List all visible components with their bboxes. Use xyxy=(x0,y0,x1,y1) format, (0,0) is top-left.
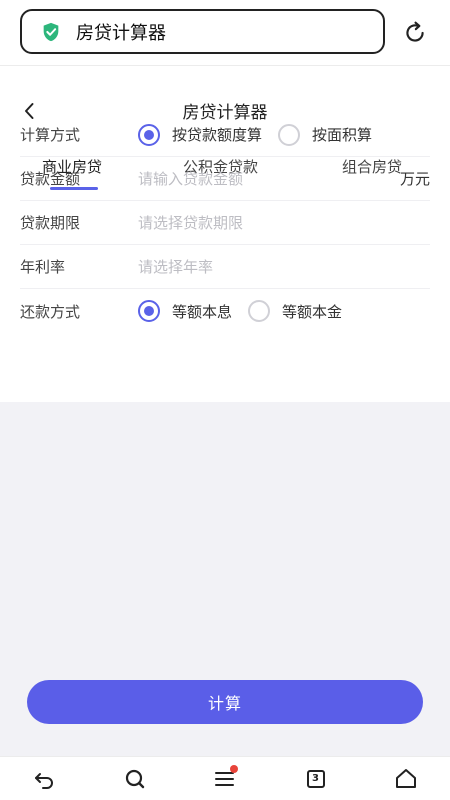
radio-selected-icon xyxy=(138,123,160,146)
repay-row: 还款方式 等额本息 等额本金 xyxy=(20,289,430,333)
loan-form: 计算方式 按贷款额度算 按面积算 贷款金额 请输入贷款金额 万元 贷款期限 请选… xyxy=(0,113,450,333)
radio-equal-principal[interactable]: 等额本金 xyxy=(248,300,342,322)
method-row: 计算方式 按贷款额度算 按面积算 xyxy=(20,113,430,157)
term-label: 贷款期限 xyxy=(20,214,81,232)
radio-by-amount[interactable]: 按贷款额度算 xyxy=(138,123,263,146)
amount-input[interactable]: 请输入贷款金额 xyxy=(138,168,243,189)
radio-equal-principal-label: 等额本金 xyxy=(282,302,343,321)
repay-label: 还款方式 xyxy=(20,302,81,321)
refresh-icon[interactable] xyxy=(400,18,430,48)
rate-select[interactable]: 请选择年率 xyxy=(138,256,213,277)
menu-icon[interactable] xyxy=(203,757,247,800)
address-bar-text: 房贷计算器 xyxy=(76,22,166,44)
radio-selected-icon xyxy=(138,300,160,322)
amount-unit: 万元 xyxy=(399,170,430,188)
browser-bar: 房贷计算器 xyxy=(0,0,450,66)
shield-check-icon xyxy=(40,21,62,43)
rate-label: 年利率 xyxy=(20,258,66,276)
address-bar[interactable]: 房贷计算器 xyxy=(20,9,385,54)
bottom-nav: 3 xyxy=(0,756,450,800)
calculate-button[interactable]: 计算 xyxy=(27,680,423,724)
radio-by-area-label: 按面积算 xyxy=(312,126,373,144)
tab-count: 3 xyxy=(306,769,325,788)
home-icon[interactable] xyxy=(384,757,428,800)
term-select[interactable]: 请选择贷款期限 xyxy=(138,212,243,233)
radio-by-amount-label: 按贷款额度算 xyxy=(172,126,263,144)
radio-by-area[interactable]: 按面积算 xyxy=(278,123,373,146)
back-arrow-icon[interactable] xyxy=(22,757,66,800)
tabs-icon[interactable]: 3 xyxy=(294,757,338,800)
radio-equal-installment-label: 等额本息 xyxy=(172,302,233,321)
radio-unselected-icon xyxy=(278,123,301,146)
radio-equal-installment[interactable]: 等额本息 xyxy=(138,300,232,322)
method-label: 计算方式 xyxy=(20,126,81,144)
search-icon[interactable] xyxy=(113,757,157,800)
rate-row: 年利率 请选择年率 xyxy=(20,245,430,289)
amount-label: 贷款金额 xyxy=(20,170,81,188)
amount-row: 贷款金额 请输入贷款金额 万元 xyxy=(20,157,430,201)
radio-unselected-icon xyxy=(248,300,271,322)
notification-badge xyxy=(230,764,238,773)
term-row: 贷款期限 请选择贷款期限 xyxy=(20,201,430,245)
